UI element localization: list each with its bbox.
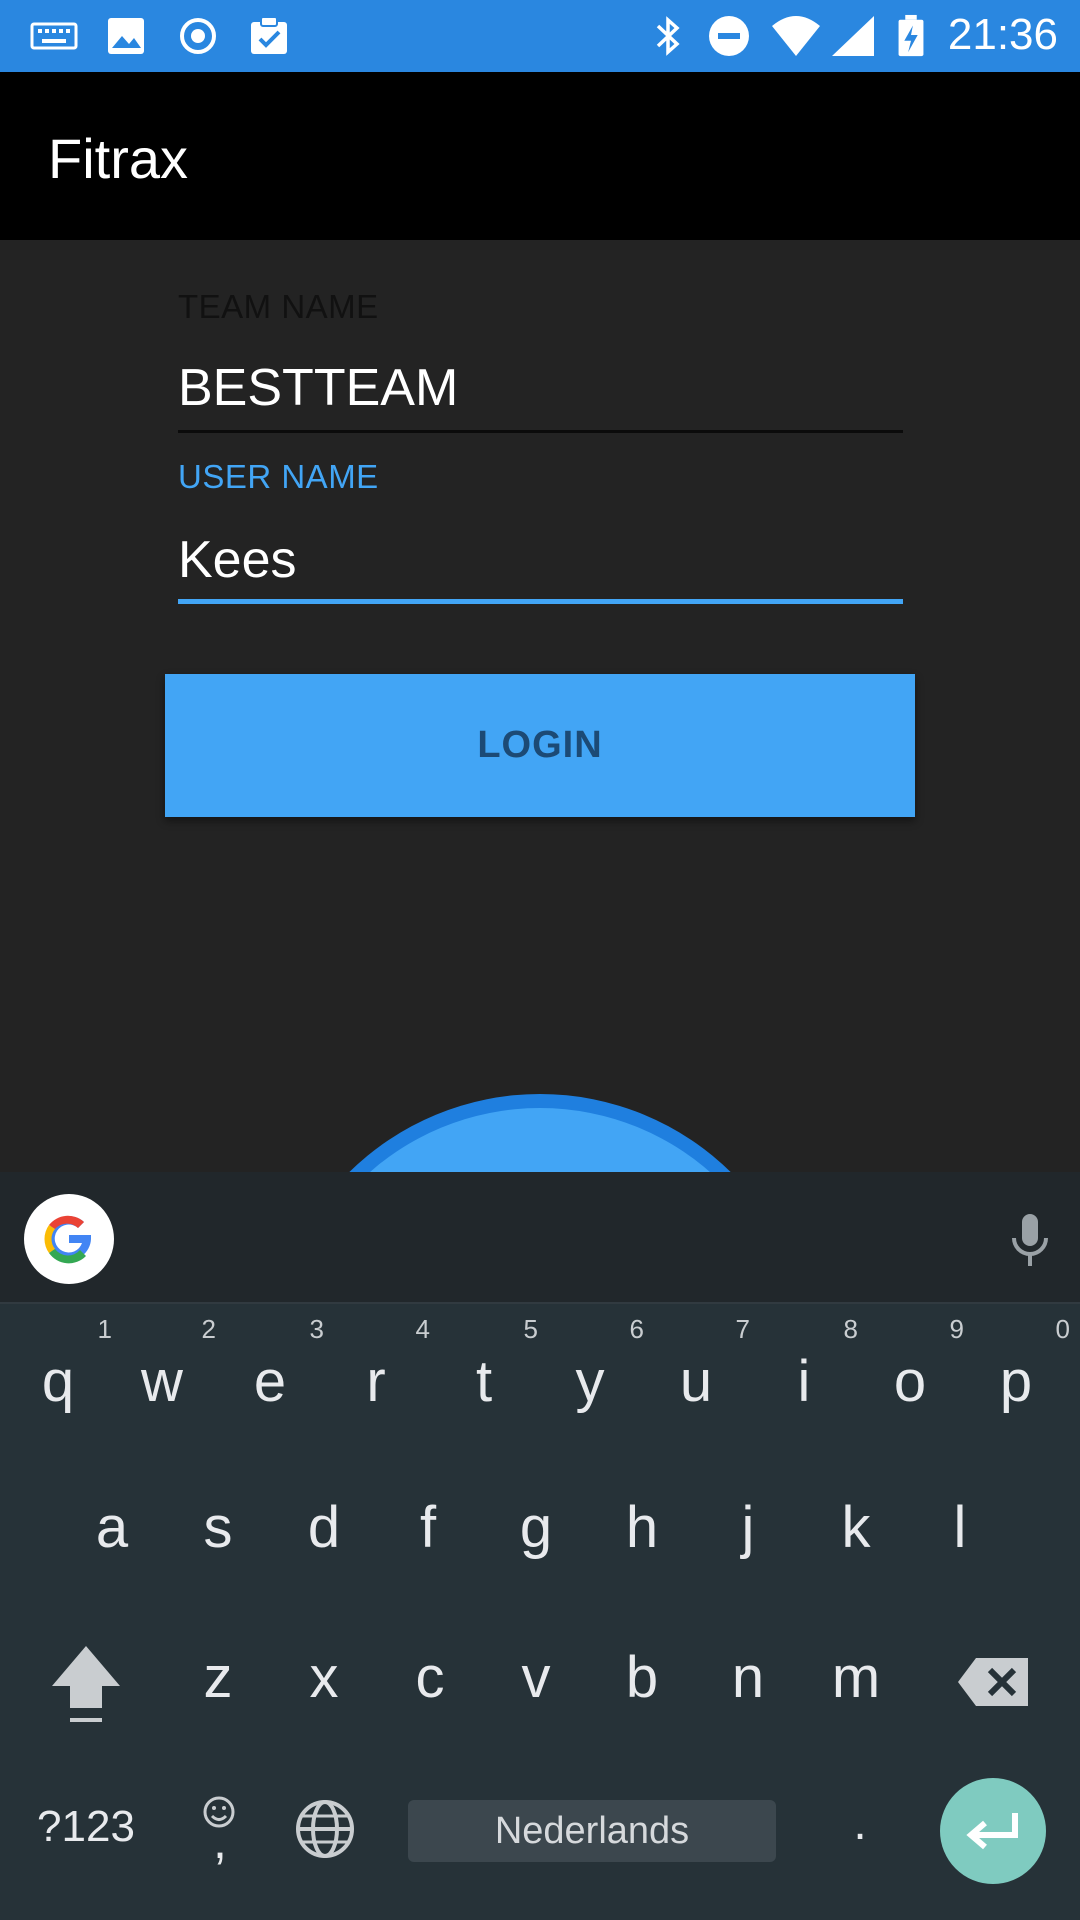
app-bar: Fitrax (0, 72, 1080, 240)
key-z[interactable]: z (168, 1644, 268, 1711)
team-name-label: TEAM NAME (178, 288, 379, 325)
user-name-underline (178, 599, 903, 604)
microphone-icon[interactable] (1010, 1212, 1050, 1268)
space-bar-label: Nederlands (494, 1809, 690, 1852)
user-name-label: USER NAME (178, 458, 379, 495)
key-hint-8: 8 (843, 1314, 858, 1344)
team-name-underline (178, 430, 903, 433)
key-hint-5: 5 (523, 1314, 538, 1344)
enter-button[interactable] (940, 1778, 1046, 1884)
key-t[interactable]: t5 (434, 1314, 538, 1415)
key-p[interactable]: p0 (966, 1314, 1070, 1415)
key-hint-1: 1 (97, 1314, 112, 1344)
bluetooth-icon (656, 16, 680, 56)
key-hint-7: 7 (735, 1314, 750, 1344)
key-n[interactable]: n (698, 1644, 798, 1711)
record-icon (180, 18, 216, 54)
comma-key[interactable]: , (170, 1812, 270, 1870)
backspace-icon[interactable] (956, 1654, 1032, 1710)
key-j[interactable]: j (698, 1494, 798, 1561)
key-s[interactable]: s (168, 1494, 268, 1561)
google-search-button[interactable] (24, 1194, 114, 1284)
key-u[interactable]: u7 (646, 1314, 750, 1415)
symbols-key[interactable]: ?123 (36, 1802, 136, 1852)
image-icon (108, 18, 144, 54)
key-x[interactable]: x (274, 1644, 374, 1711)
suggestion-strip (0, 1172, 1080, 1304)
key-g[interactable]: g (486, 1494, 586, 1561)
key-e[interactable]: e3 (220, 1314, 324, 1415)
login-button[interactable]: LOGIN (165, 674, 915, 817)
key-k[interactable]: k (806, 1494, 906, 1561)
key-r[interactable]: r4 (326, 1314, 430, 1415)
clock-time: 21:36 (947, 10, 1058, 59)
key-q[interactable]: q1 (8, 1314, 112, 1415)
login-form: TEAM NAME BESTTEAM USER NAME Kees LOGIN (0, 240, 1080, 1366)
key-m[interactable]: m (806, 1644, 906, 1711)
soft-keyboard: q1w2e3r4t5y6u7i8o9p0 asdfghjkl zxcvbnm ?… (0, 1172, 1080, 1920)
do-not-disturb-icon (709, 16, 749, 56)
key-d[interactable]: d (274, 1494, 374, 1561)
key-hint-6: 6 (629, 1314, 644, 1344)
period-key[interactable]: . (810, 1796, 910, 1851)
key-l[interactable]: l (910, 1494, 1010, 1561)
wifi-icon (772, 16, 820, 56)
key-v[interactable]: v (486, 1644, 586, 1711)
google-icon (44, 1215, 91, 1264)
status-bar: 21:36 (0, 0, 1080, 72)
login-button-label: LOGIN (477, 724, 603, 766)
globe-icon[interactable] (294, 1798, 356, 1860)
key-hint-2: 2 (201, 1314, 216, 1344)
key-y[interactable]: y6 (540, 1314, 645, 1415)
key-f[interactable]: f (378, 1494, 478, 1561)
key-w[interactable]: w2 (112, 1314, 216, 1415)
app-title: Fitrax (48, 127, 188, 190)
battery-charging-icon (898, 14, 924, 57)
signal-icon (832, 16, 874, 56)
keyboard-icon (30, 22, 78, 50)
key-i[interactable]: i8 (754, 1314, 858, 1415)
key-hint-0: 0 (1055, 1314, 1070, 1344)
key-hint-9: 9 (949, 1314, 964, 1344)
clipboard-check-icon (251, 16, 287, 54)
shift-icon[interactable] (48, 1642, 124, 1726)
key-hint-3: 3 (309, 1314, 324, 1344)
key-a[interactable]: a (62, 1494, 162, 1561)
key-o[interactable]: o9 (860, 1314, 964, 1415)
user-name-input[interactable]: Kees (178, 530, 297, 590)
key-hint-4: 4 (415, 1314, 430, 1344)
space-bar[interactable]: Nederlands (408, 1800, 776, 1862)
key-h[interactable]: h (592, 1494, 692, 1561)
key-c[interactable]: c (380, 1644, 480, 1711)
enter-icon (966, 1813, 1018, 1850)
team-name-input[interactable]: BESTTEAM (178, 358, 458, 418)
key-b[interactable]: b (592, 1644, 692, 1711)
